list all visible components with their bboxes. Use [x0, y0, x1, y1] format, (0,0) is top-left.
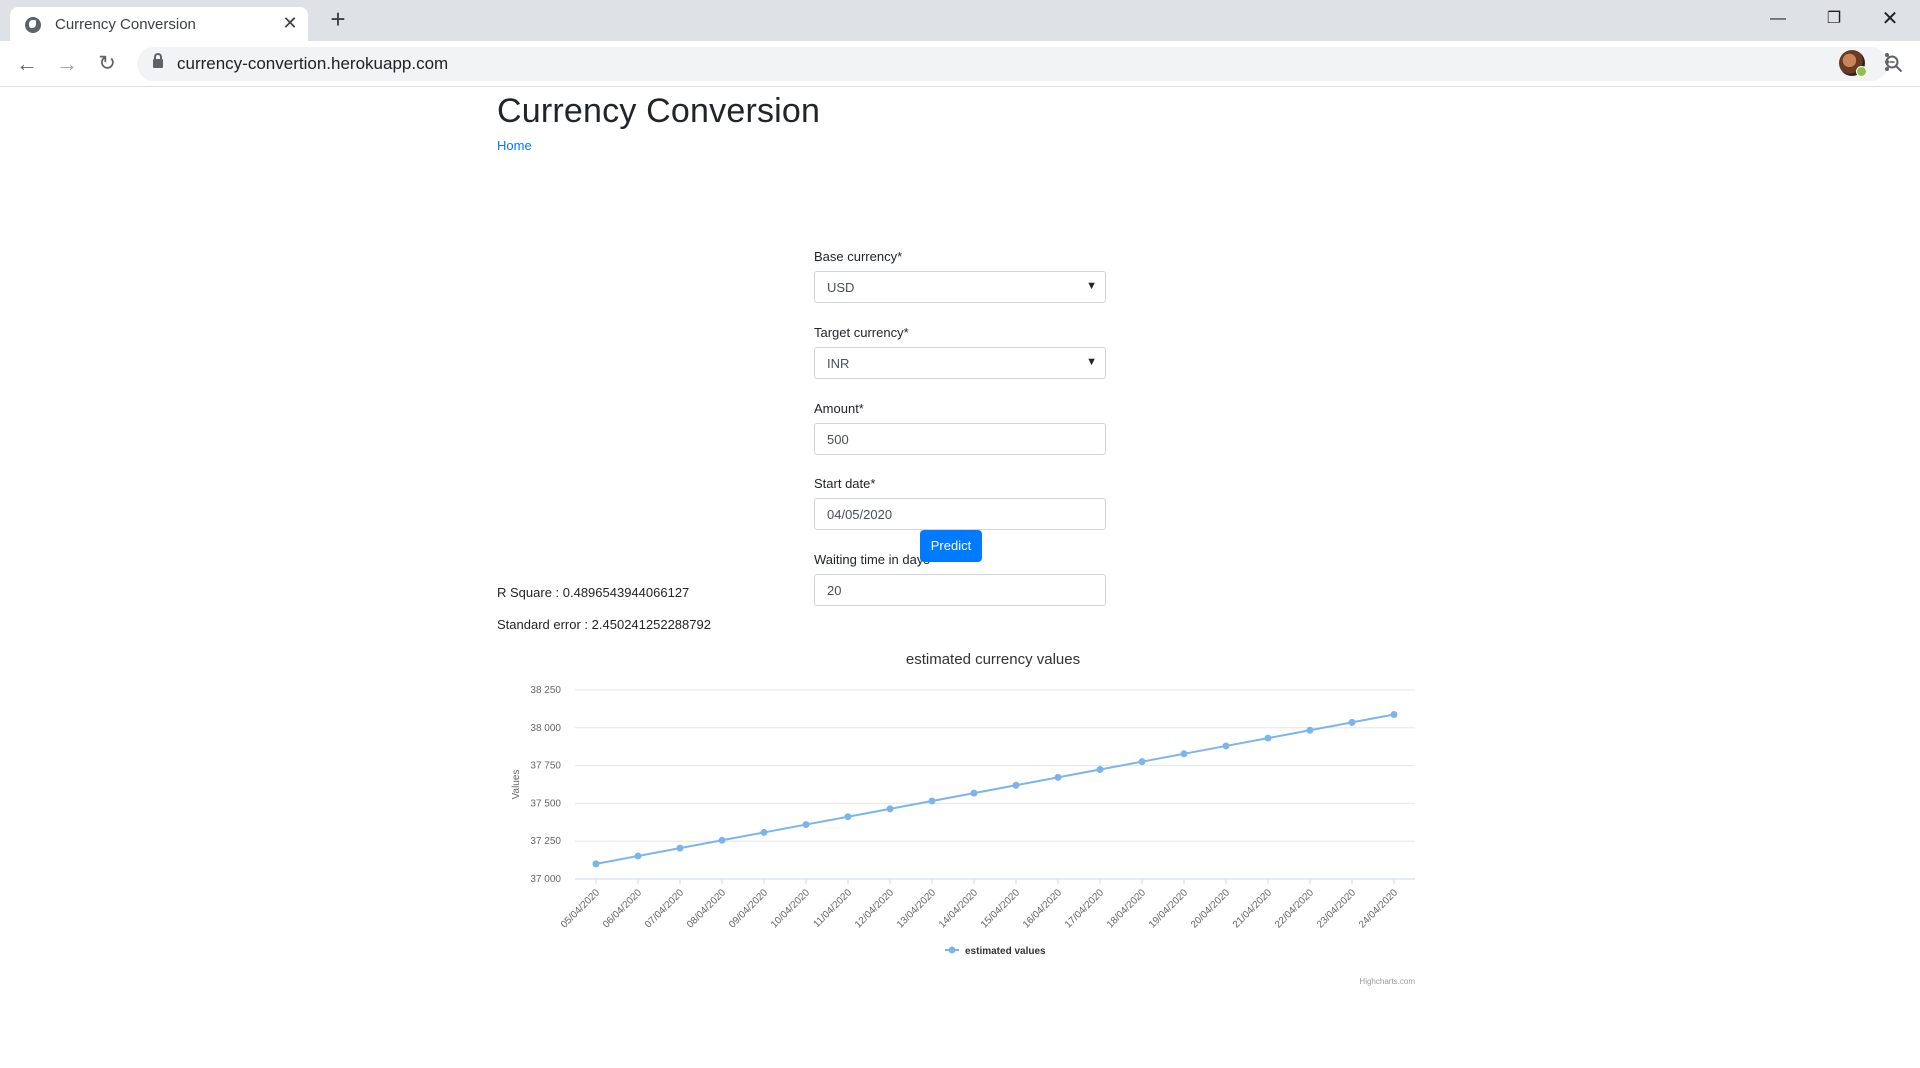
data-point: [592, 860, 600, 868]
x-tick-label: 24/04/2020: [1357, 887, 1400, 930]
x-tick-label: 19/04/2020: [1147, 887, 1190, 930]
standard-error-text: Standard error : 2.450241252288792: [497, 617, 711, 632]
y-axis-label: Values: [511, 770, 522, 800]
data-point: [1180, 750, 1188, 758]
waiting-time-label: Waiting time in days*: [814, 552, 935, 567]
data-point: [676, 844, 684, 852]
x-tick-label: 23/04/2020: [1315, 887, 1358, 930]
data-point: [928, 797, 936, 805]
data-point: [1348, 718, 1356, 726]
x-tick-label: 05/04/2020: [559, 887, 602, 930]
chevron-down-icon: ▼: [1086, 280, 1097, 292]
tab-title: Currency Conversion: [55, 16, 196, 33]
globe-icon: [25, 17, 41, 33]
x-tick-label: 17/04/2020: [1063, 887, 1106, 930]
x-tick-label: 20/04/2020: [1189, 887, 1232, 930]
page-title: Currency Conversion: [497, 92, 821, 130]
home-link[interactable]: Home: [497, 138, 532, 153]
data-point: [1012, 781, 1020, 789]
chevron-down-icon: ▼: [1086, 356, 1097, 368]
currency-chart: estimated currency values 37 000 37 250 37 …: [497, 648, 1417, 1068]
minimize-button[interactable]: —: [1755, 4, 1801, 34]
browser-tabstrip: Currency Conversion ✕ + — ❐ ✕: [0, 0, 1920, 41]
data-point: [1306, 726, 1314, 734]
base-currency-select[interactable]: USD ▼: [814, 271, 1106, 303]
data-point: [718, 836, 726, 844]
target-currency-value: INR: [827, 356, 850, 371]
data-point: [802, 821, 810, 829]
y-tick-label: 38 000: [530, 723, 561, 734]
y-tick-label: 38 250: [530, 685, 561, 696]
waiting-time-input[interactable]: 20: [814, 574, 1106, 606]
data-point: [1138, 758, 1146, 766]
maximize-button[interactable]: ❐: [1811, 4, 1857, 34]
chart-title: estimated currency values: [906, 651, 1080, 668]
data-point: [634, 852, 642, 860]
x-tick-label: 06/04/2020: [601, 887, 644, 930]
start-date-label: Start date*: [814, 476, 876, 491]
browser-menu-icon[interactable]: [1884, 53, 1890, 75]
amount-value: 500: [827, 432, 849, 447]
data-point: [1390, 710, 1398, 718]
lock-icon[interactable]: [153, 53, 163, 68]
browser-tab[interactable]: Currency Conversion ✕: [10, 7, 308, 41]
chart-svg: estimated currency values 37 000 37 250 37 …: [511, 651, 1415, 986]
y-tick-label: 37 500: [530, 798, 561, 809]
target-currency-select[interactable]: INR ▼: [814, 347, 1106, 379]
url-text[interactable]: currency-convertion.herokuapp.com: [177, 54, 448, 74]
data-point: [1222, 742, 1230, 750]
x-tick-label: 14/04/2020: [937, 887, 980, 930]
x-tick-label: 07/04/2020: [643, 887, 686, 930]
x-tick-label: 21/04/2020: [1231, 887, 1274, 930]
page-content: Currency Conversion Home Base currency* …: [0, 88, 1920, 1030]
data-point: [1096, 766, 1104, 774]
back-button[interactable]: ←: [13, 50, 41, 78]
reload-button[interactable]: ↻: [93, 50, 121, 78]
y-tick-label: 37 250: [530, 836, 561, 847]
window-close-button[interactable]: ✕: [1867, 4, 1913, 34]
data-point: [1054, 773, 1062, 781]
x-tick-label: 12/04/2020: [853, 887, 896, 930]
profile-avatar[interactable]: [1839, 50, 1867, 77]
x-tick-label: 10/04/2020: [769, 887, 812, 930]
forward-button[interactable]: →: [53, 50, 81, 78]
x-tick-label: 18/04/2020: [1105, 887, 1148, 930]
x-tick-label: 13/04/2020: [895, 887, 938, 930]
data-point: [760, 828, 768, 836]
target-currency-label: Target currency*: [814, 325, 909, 340]
legend-label: estimated values: [965, 946, 1046, 957]
address-bar[interactable]: currency-convertion.herokuapp.com ☆: [137, 47, 1903, 81]
amount-label: Amount*: [814, 401, 864, 416]
data-point: [1264, 734, 1272, 742]
y-tick-label: 37 000: [530, 874, 561, 885]
close-icon[interactable]: ✕: [280, 13, 300, 33]
data-point: [970, 789, 978, 797]
predict-button[interactable]: Predict: [920, 530, 982, 562]
chart-credits: Highcharts.com: [1359, 977, 1415, 986]
base-currency-value: USD: [827, 280, 855, 295]
waiting-time-value: 20: [827, 583, 842, 598]
browser-toolbar: ← → ↻ currency-convertion.herokuapp.com …: [0, 41, 1920, 87]
legend-marker: [948, 946, 956, 954]
new-tab-button[interactable]: +: [326, 6, 350, 32]
data-point: [886, 805, 894, 813]
r-square-text: R Square : 0.4896543944066127: [497, 585, 690, 600]
x-tick-label: 22/04/2020: [1273, 887, 1316, 930]
x-tick-label: 08/04/2020: [685, 887, 728, 930]
start-date-input[interactable]: 04/05/2020: [814, 498, 1106, 530]
data-point: [844, 813, 852, 821]
y-tick-label: 37 750: [530, 761, 561, 772]
base-currency-label: Base currency*: [814, 249, 903, 264]
x-tick-label: 15/04/2020: [979, 887, 1022, 930]
x-tick-label: 16/04/2020: [1021, 887, 1064, 930]
x-tick-label: 09/04/2020: [727, 887, 770, 930]
amount-input[interactable]: 500: [814, 423, 1106, 455]
x-tick-label: 11/04/2020: [811, 887, 854, 930]
start-date-value: 04/05/2020: [827, 507, 893, 522]
